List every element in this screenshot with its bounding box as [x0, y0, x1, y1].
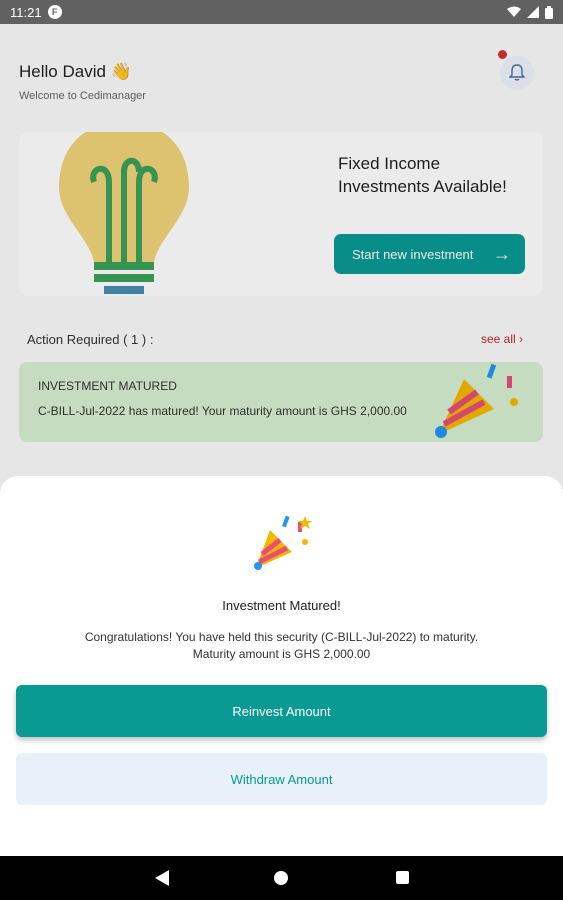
sheet-title: Investment Matured! — [222, 598, 341, 613]
home-icon[interactable] — [274, 871, 288, 885]
system-nav-bar — [0, 856, 563, 900]
notification-badge-icon: F — [47, 5, 62, 19]
recent-apps-icon[interactable] — [396, 871, 409, 884]
status-time: 11:21 — [10, 4, 42, 20]
withdraw-button[interactable]: Withdraw Amount — [16, 753, 547, 805]
back-icon[interactable] — [155, 870, 169, 886]
signal-icon — [527, 6, 539, 18]
status-icons — [507, 5, 553, 19]
sheet-message: Congratulations! You have held this secu… — [40, 629, 523, 663]
party-popper-icon — [254, 515, 312, 570]
wifi-icon — [507, 6, 521, 17]
reinvest-button[interactable]: Reinvest Amount — [16, 685, 547, 737]
status-bar: 11:21 F — [0, 0, 563, 24]
sheet-message-line1: Congratulations! You have held this secu… — [84, 630, 479, 644]
investment-matured-sheet: Investment Matured! Congratulations! You… — [0, 476, 563, 856]
sheet-message-line2: Maturity amount is GHS 2,000.00 — [192, 647, 371, 661]
battery-icon — [545, 5, 553, 19]
